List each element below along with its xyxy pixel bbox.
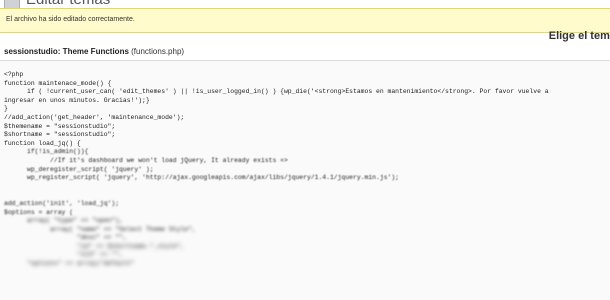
code-line: $themename = "sessionstudio"; [4,122,116,130]
code-line: } [4,105,8,113]
code-line: array( "type" => "open"), [4,217,123,225]
choose-theme-label: Elige el tema [548,30,610,42]
code-line: <?php [4,71,24,78]
code-line: wp_register_script( 'jquery', 'http://aj… [4,174,400,182]
code-line: function load_jq() { [4,139,81,147]
code-line: $shortname = "sessionstudio"; [4,131,116,139]
code-line: "options" => array("default" [4,260,135,268]
code-line: if(!is_admin()){ [4,148,89,156]
code-line: //If it's dashboard we won't load jQuery… [4,156,288,164]
file-name: (functions.php) [131,47,185,56]
code-line: add_action('init', 'load_jq'); [4,199,120,207]
code-line: "desc" => "", [4,234,127,242]
code-line: wp_deregister_script( 'jquery' ); [4,165,154,173]
code-line: array( "name" => "Select Theme Style", [4,225,196,233]
code-line: "id" => $shortname."_style", [4,242,185,250]
code-line: $options = array ( [4,208,74,216]
page-title: Editar temas [26,0,110,8]
code-editor[interactable]: <?php function maintenace_mode() { if ( !… [0,60,610,300]
notice-message: El archivo ha sido editado correctamente… [6,16,135,23]
code-content[interactable]: <?php function maintenace_mode() { if ( !… [4,71,549,269]
file-heading: sessionstudio: Theme Functions (function… [4,47,184,56]
success-notice: El archivo ha sido editado correctamente… [0,8,610,33]
code-line: //add_action('get_header', 'maintenance_… [4,113,185,121]
theme-name: sessionstudio: Theme Functions [4,47,129,56]
code-line: ingresar en unos minutos. Gracias!');} [4,96,150,104]
code-line: function maintenace_mode() { [4,79,112,87]
code-line: "std" => "", [4,251,123,259]
code-line: if ( !current_user_can( 'edit_themes' ) … [4,88,549,96]
